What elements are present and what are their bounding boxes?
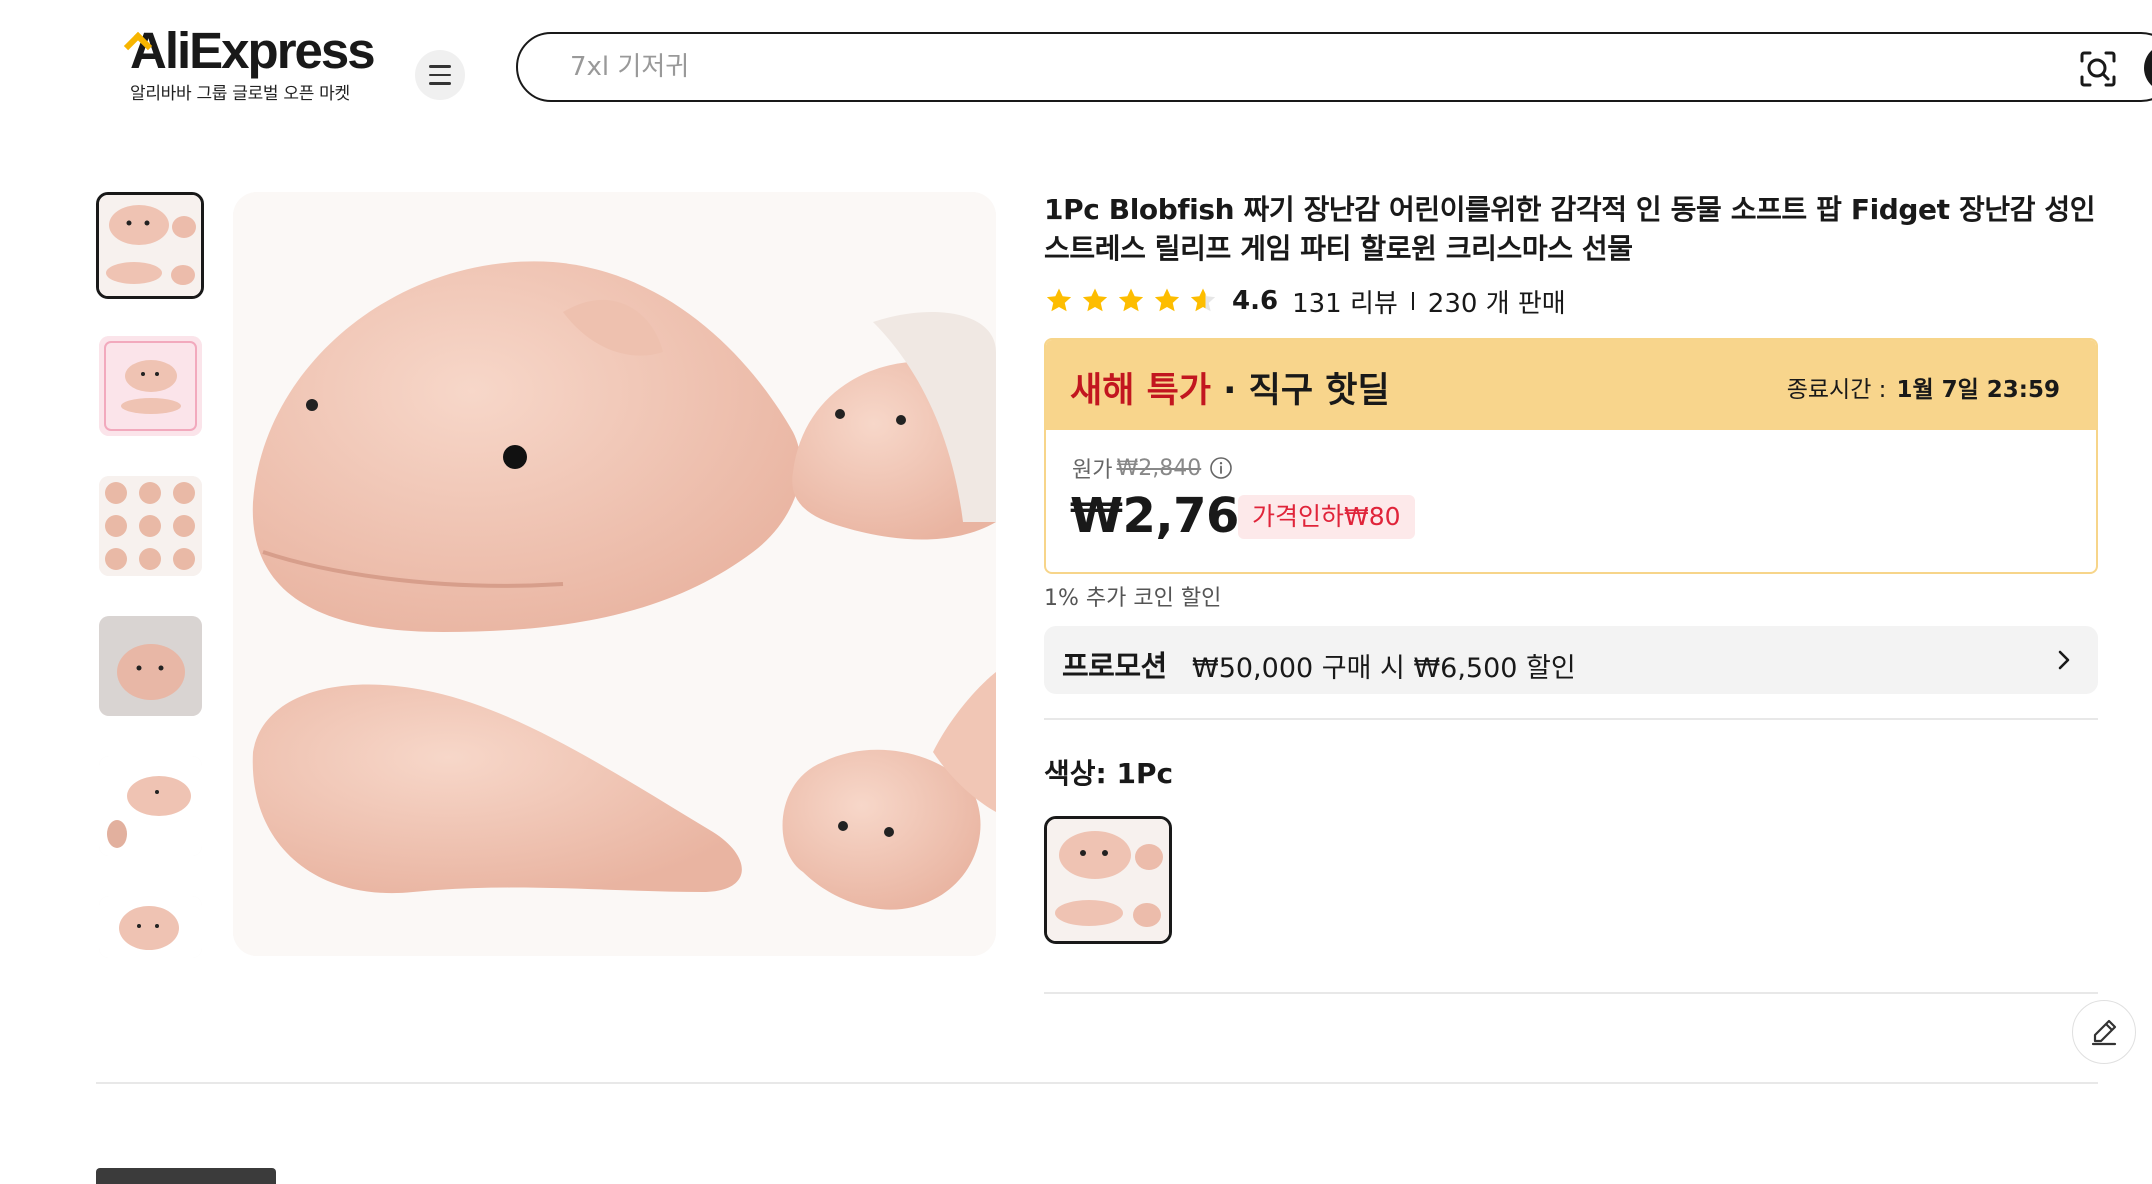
pencil-icon (2091, 1019, 2117, 1046)
promotion-label: 프로모션 (1062, 649, 1167, 683)
thumbnail-1[interactable] (96, 192, 204, 299)
thumbnail-image (99, 756, 202, 856)
search-bar[interactable] (516, 32, 2152, 102)
original-price-value: ₩2,840 (1116, 455, 1202, 481)
search-input[interactable] (568, 34, 1972, 100)
logo-tagline: 알리바바 그룹 글로벌 오픈 마켓 (130, 84, 350, 104)
thumbnail-5[interactable] (99, 756, 202, 856)
thumbnail-image (99, 896, 202, 958)
divider (1044, 718, 2098, 720)
coin-discount: 1% 추가 코인 할인 (1044, 586, 1222, 611)
image-search-icon[interactable] (2078, 49, 2118, 89)
thumbnail-image (99, 195, 201, 296)
menu-icon[interactable] (415, 50, 465, 100)
deal-banner: 새해 특가 · 직구 핫딜 종료시간 : 1월 7일 23:59 (1046, 340, 2096, 430)
edit-button[interactable] (2072, 1000, 2136, 1064)
star-icon (1082, 288, 1108, 312)
rating-row: 4.6 131 리뷰 230 개 판매 (1044, 283, 1566, 319)
divider (1411, 292, 1414, 310)
deal-end-time: 종료시간 : 1월 7일 23:59 (1787, 370, 2060, 404)
discount-badge: 가격인하₩80 (1238, 495, 1415, 539)
rating-value: 4.6 (1232, 286, 1279, 316)
original-price-label: 원가 (1072, 458, 1113, 483)
thumbnail-4[interactable] (99, 616, 202, 716)
deal-title: 새해 특가 · 직구 핫딜 (1070, 362, 1390, 413)
star-icon (1118, 288, 1144, 312)
deal-title-text: · 직구 핫딜 (1211, 371, 1390, 411)
promotion-row[interactable]: 프로모션 ₩50,000 구매 시 ₩6,500 할인 (1044, 626, 2098, 694)
section-divider (96, 1082, 2098, 1084)
thumbnail-2[interactable] (99, 336, 202, 436)
deal-box: 새해 특가 · 직구 핫딜 종료시간 : 1월 7일 23:59 원가 ₩2,84… (1044, 338, 2098, 574)
color-swatch-1pc[interactable] (1044, 816, 1172, 944)
color-label: 색상: 1Pc (1044, 757, 1174, 790)
rating-stars (1044, 286, 1218, 316)
main-product-image[interactable] (233, 192, 996, 956)
blobfish-illustration (233, 192, 996, 956)
promotion-text: ₩50,000 구매 시 ₩6,500 할인 (1192, 653, 1576, 684)
thumbnail-3[interactable] (99, 476, 202, 576)
star-icon (1046, 288, 1072, 312)
review-count[interactable]: 131 리뷰 (1292, 283, 1398, 320)
thumbnail-image (99, 336, 202, 436)
product-title: 1Pc Blobfish 짜기 장난감 어린이를위한 감각적 인 동물 소프트 … (1044, 193, 2096, 265)
info-icon[interactable] (1209, 456, 1233, 480)
chevron-right-icon (2058, 650, 2070, 670)
original-price: 원가 ₩2,840 (1072, 452, 1233, 484)
deal-end-value: 1월 7일 23:59 (1896, 377, 2060, 403)
sold-count: 230 개 판매 (1427, 288, 1566, 319)
next-section-heading (96, 1168, 296, 1184)
thumbnail-6[interactable] (99, 896, 202, 958)
deal-title-highlight: 새해 특가 (1070, 371, 1211, 411)
logo-wordmark: AliExpress (130, 22, 380, 80)
thumbnail-image (99, 616, 202, 716)
divider (1044, 992, 2098, 994)
aliexpress-logo[interactable]: AliExpress 알리바바 그룹 글로벌 오픈 마켓 (130, 22, 380, 108)
star-icon (1154, 288, 1180, 312)
half-star-icon (1190, 288, 1216, 312)
deal-end-label: 종료시간 : (1786, 377, 1887, 403)
swatch-image (1047, 819, 1169, 941)
thumbnail-image (99, 476, 202, 576)
